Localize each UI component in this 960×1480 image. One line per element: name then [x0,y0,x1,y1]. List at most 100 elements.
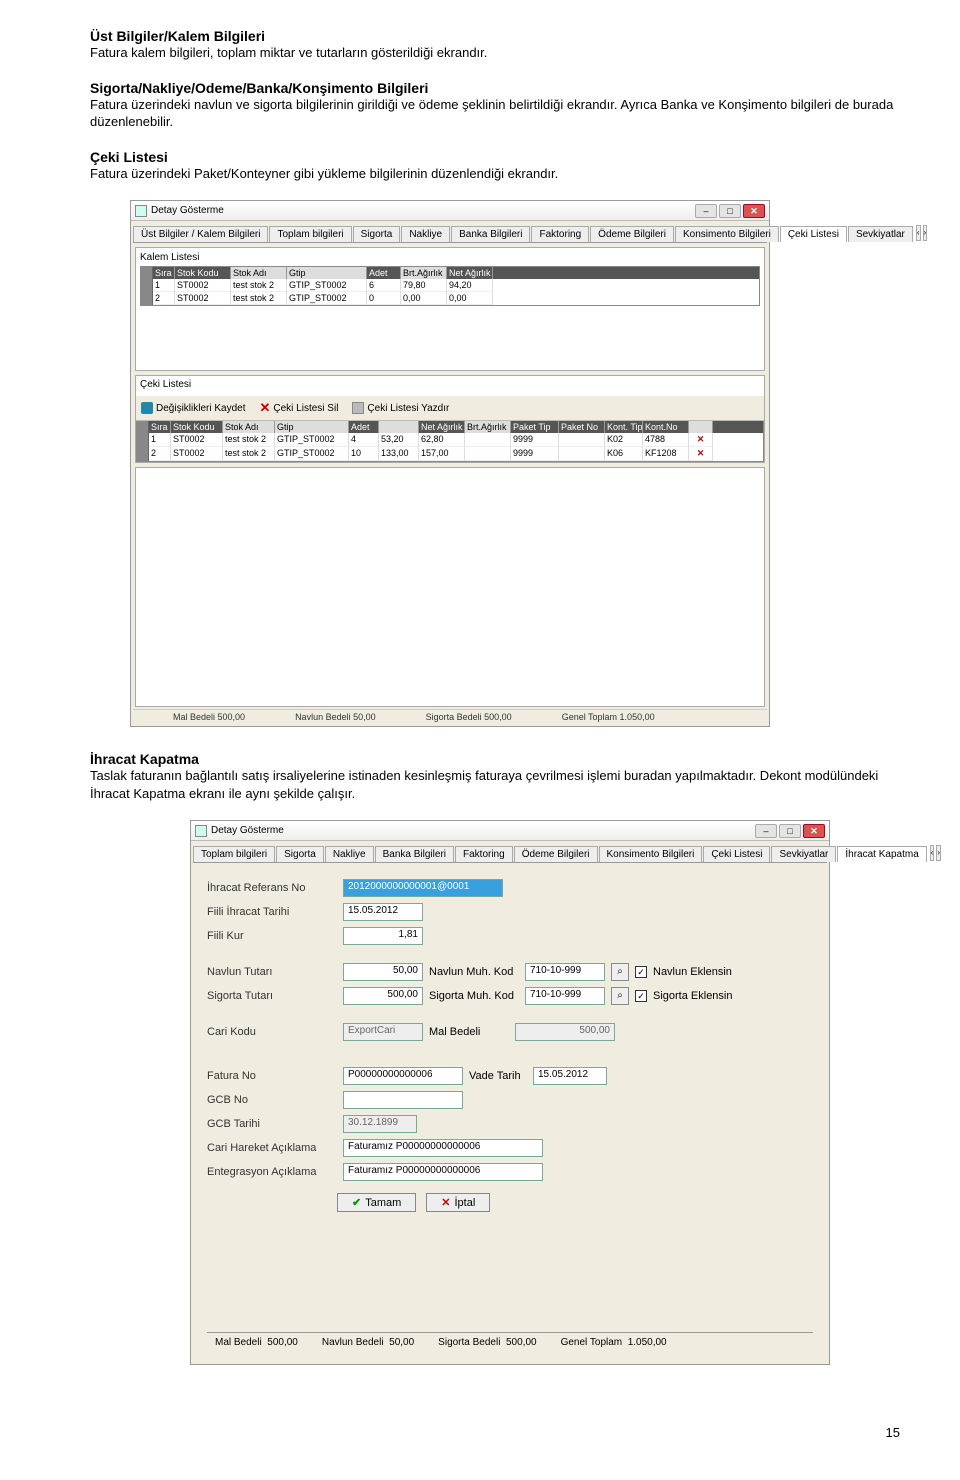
refno-field[interactable]: 2012000000000001@0001 [343,879,503,897]
sigorta-muh-field[interactable]: 710-10-999 [525,987,605,1005]
cari-kodu-field: ExportCari [343,1023,423,1041]
col-header: Net Ağırlık [447,267,493,279]
label: Navlun Muh. Kod [429,966,519,978]
save-icon [141,402,153,414]
tab-active[interactable]: Çeki Listesi [780,226,847,242]
maximize-button[interactable]: □ [779,824,801,838]
heading: Sigorta/Nakliye/Odeme/Banka/Konşimento B… [90,80,900,96]
titlebar: Detay Gösterme – □ ✕ [131,201,769,221]
navlun-eklensin-checkbox[interactable]: ✓ [635,966,647,978]
label: Cari Hareket Açıklama [207,1142,337,1154]
delete-row-icon[interactable]: ✕ [689,447,713,461]
tab[interactable]: Banka Bilgileri [451,226,530,242]
tab-scroll-left[interactable]: ‹ [916,225,921,241]
table-row[interactable]: 2 ST0002 test stok 2 GTIP_ST0002 0 0,00 … [141,292,759,305]
section-ihracat: İhracat Kapatma Taslak faturanın bağlant… [90,751,900,802]
tab[interactable]: Nakliye [325,846,374,862]
paragraph: Fatura üzerindeki Paket/Konteyner gibi y… [90,165,900,183]
col-header: Stok Kodu [175,267,231,279]
tab[interactable]: Banka Bilgileri [375,846,454,862]
table-row[interactable]: 1 ST0002 test stok 2 GTIP_ST0002 4 53,20… [137,433,763,447]
label: Sigorta Eklensin [653,990,733,1002]
label: Sigorta Muh. Kod [429,990,519,1002]
gcb-tarihi-field: 30.12.1899 [343,1115,417,1133]
sigorta-tutari-field[interactable]: 500,00 [343,987,423,1005]
grid-kalem: Sıra Stok Kodu Stok Adı Gtip Adet Brt.Ağ… [140,266,760,306]
status-bar: Mal Bedeli 500,00 Navlun Bedeli 50,00 Si… [133,709,767,724]
tab[interactable]: Konsimento Bilgileri [675,226,779,242]
paragraph: Fatura kalem bilgileri, toplam miktar ve… [90,44,900,62]
print-button[interactable]: Çeki Listesi Yazdır [349,401,452,415]
label: Cari Kodu [207,1026,337,1038]
window-title: Detay Gösterme [211,825,284,836]
minimize-button[interactable]: – [755,824,777,838]
close-button[interactable]: ✕ [803,824,825,838]
fiili-tarih-field[interactable]: 15.05.2012 [343,903,423,921]
tab[interactable]: Üst Bilgiler / Kalem Bilgileri [133,226,268,242]
panel-title: Çeki Listesi [136,376,764,393]
tab[interactable]: Ödeme Bilgileri [514,846,598,862]
maximize-button[interactable]: □ [719,204,741,218]
paragraph: Taslak faturanın bağlantılı satış irsali… [90,767,900,802]
vade-tarih-field[interactable]: 15.05.2012 [533,1067,607,1085]
cari-aciklama-field[interactable]: Faturamız P00000000000006 [343,1139,543,1157]
delete-button[interactable]: ✕Çeki Listesi Sil [256,399,341,417]
table-row[interactable]: 2 ST0002 test stok 2 GTIP_ST0002 10 133,… [137,447,763,461]
tamam-button[interactable]: ✔Tamam [337,1193,416,1212]
lookup-icon[interactable]: ⌕ [611,963,629,981]
gcb-no-field[interactable] [343,1091,463,1109]
table-row[interactable]: 1 ST0002 test stok 2 GTIP_ST0002 6 79,80… [141,279,759,292]
label: Navlun Tutarı [207,966,337,978]
app-icon [195,825,207,837]
lookup-icon[interactable]: ⌕ [611,987,629,1005]
tab[interactable]: Sigorta [353,226,401,242]
tab[interactable]: Konsimento Bilgileri [599,846,703,862]
mal-bedeli-field: 500,00 [515,1023,615,1041]
tab[interactable]: Sigorta [276,846,324,862]
tab[interactable]: Ödeme Bilgileri [590,226,674,242]
tabstrip: Toplam bilgileri Sigorta Nakliye Banka B… [193,843,827,863]
tab[interactable]: Sevkiyatlar [771,846,836,862]
tab-active[interactable]: İhracat Kapatma [837,846,926,862]
check-icon: ✔ [352,1196,361,1209]
minimize-button[interactable]: – [695,204,717,218]
label: Entegrasyon Açıklama [207,1166,337,1178]
sigorta-eklensin-checkbox[interactable]: ✓ [635,990,647,1002]
screenshot-ihracat-kapatma: Detay Gösterme – □ ✕ Toplam bilgileri Si… [190,820,830,1365]
tab-scroll-right[interactable]: › [923,225,928,241]
print-icon [352,402,364,414]
delete-icon: ✕ [259,400,270,416]
tab[interactable]: Toplam bilgileri [269,226,351,242]
status-bar: Mal Bedeli 500,00 Navlun Bedeli 50,00 Si… [207,1332,813,1352]
panel-title: Kalem Listesi [140,252,760,263]
label: Fiili İhracat Tarihi [207,906,337,918]
cancel-icon: ✕ [441,1196,450,1209]
tab[interactable]: Faktoring [455,846,513,862]
ent-aciklama-field[interactable]: Faturamız P00000000000006 [343,1163,543,1181]
navlun-muh-field[interactable]: 710-10-999 [525,963,605,981]
tabstrip: Üst Bilgiler / Kalem Bilgileri Toplam bi… [133,223,767,243]
tab-scroll-left[interactable]: ‹ [930,845,935,861]
delete-row-icon[interactable]: ✕ [689,433,713,447]
screenshot-ceki-listesi: Detay Gösterme – □ ✕ Üst Bilgiler / Kale… [130,200,770,727]
col-header: Sıra [153,267,175,279]
close-button[interactable]: ✕ [743,204,765,218]
tab[interactable]: Sevkiyatlar [848,226,913,242]
tab-scroll-right[interactable]: › [936,845,941,861]
iptal-button[interactable]: ✕İptal [426,1193,490,1212]
col-header: Gtip [287,267,367,279]
fiili-kur-field[interactable]: 1,81 [343,927,423,945]
section-ceki: Çeki Listesi Fatura üzerindeki Paket/Kon… [90,149,900,183]
tab[interactable]: Faktoring [531,226,589,242]
empty-area [135,467,765,707]
label: Sigorta Tutarı [207,990,337,1002]
save-button[interactable]: Değişiklikleri Kaydet [138,401,248,415]
heading: Çeki Listesi [90,149,900,165]
tab[interactable]: Nakliye [401,226,450,242]
navlun-tutari-field[interactable]: 50,00 [343,963,423,981]
col-header: Brt.Ağırlık [401,267,447,279]
tab[interactable]: Toplam bilgileri [193,846,275,862]
fatura-no-field[interactable]: P00000000000006 [343,1067,463,1085]
tab[interactable]: Çeki Listesi [703,846,770,862]
label: Mal Bedeli [429,1026,509,1038]
